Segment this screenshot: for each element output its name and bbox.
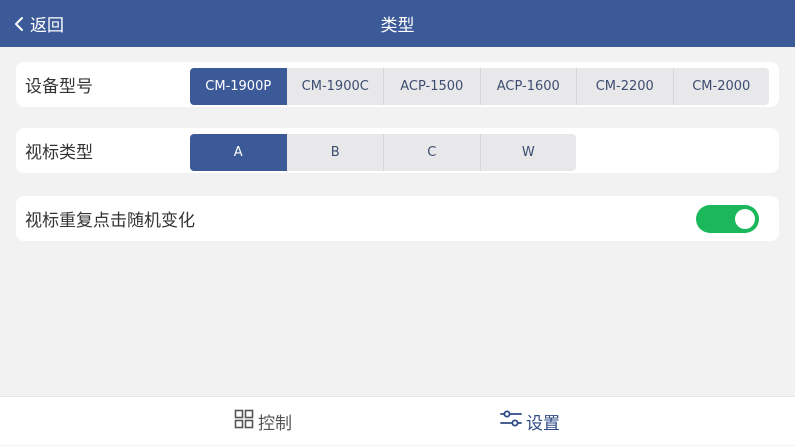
random-change-toggle[interactable] [696,205,759,233]
device-model-option-acp1600[interactable]: ACP-1600 [479,68,577,105]
header-bar: 返回 类型 [0,0,795,47]
chart-type-label: 视标类型 [25,143,93,163]
device-model-label: 设备型号 [25,77,93,97]
random-change-label: 视标重复点击随机变化 [25,211,195,231]
tab-settings[interactable]: 设置 [500,397,560,446]
device-model-option-cm1900c[interactable]: CM-1900C [287,68,384,105]
tab-control[interactable]: 控制 [234,397,292,446]
toggle-knob [735,209,755,229]
tab-settings-label: 设置 [526,414,560,434]
device-model-option-cm1900p[interactable]: CM-1900P [190,68,287,105]
device-model-card: 设备型号 CM-1900P CM-1900C ACP-1500 ACP-1600… [16,62,779,107]
tab-control-label: 控制 [258,414,292,434]
page-title: 类型 [380,16,415,36]
chart-type-segmented-control: A B C W [190,134,576,171]
chart-type-option-c[interactable]: C [383,134,480,171]
device-model-segmented-control: CM-1900P CM-1900C ACP-1500 ACP-1600 CM-2… [190,68,769,105]
chart-type-card: 视标类型 A B C W [16,128,779,173]
chart-type-option-b[interactable]: B [287,134,384,171]
device-model-option-acp1500[interactable]: ACP-1500 [383,68,480,105]
random-change-card: 视标重复点击随机变化 [16,196,779,241]
bottom-tab-bar: 控制 设置 [0,396,795,445]
chart-type-option-a[interactable]: A [190,134,287,171]
device-model-option-cm2000[interactable]: CM-2000 [672,68,770,105]
chart-type-option-w[interactable]: W [479,134,577,171]
grid-icon [234,409,254,434]
sliders-icon [500,409,522,434]
device-model-option-cm2200[interactable]: CM-2200 [576,68,673,105]
